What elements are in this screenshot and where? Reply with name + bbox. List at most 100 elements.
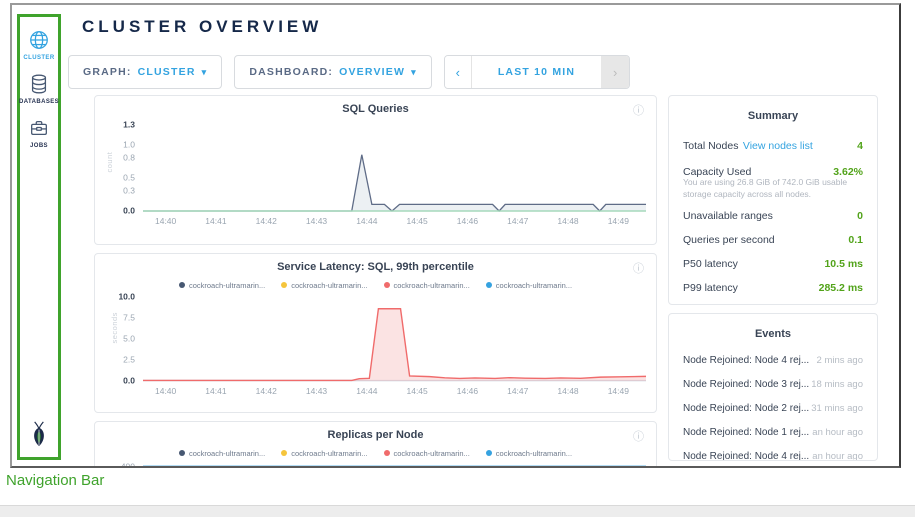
replicas-per-node-plot: 400 xyxy=(105,465,646,468)
charts-column: SQL Queries ⓘ count1.31.00.80.50.30.014:… xyxy=(94,95,657,468)
event-time: 2 mins ago xyxy=(817,355,863,366)
cockroachdb-logo[interactable] xyxy=(28,421,50,452)
summary-label: Unavailable ranges xyxy=(683,210,773,222)
y-axis: seconds10.07.55.02.50.0 xyxy=(105,297,143,381)
event-row[interactable]: Node Rejoined: Node 3 rej... 18 mins ago xyxy=(683,372,863,396)
right-column: Summary Total Nodes View nodes list 4 Ca… xyxy=(668,95,878,461)
y-tick-label: 0.8 xyxy=(123,153,135,163)
legend-item[interactable]: cockroach-ultramarin... xyxy=(486,449,572,458)
dashboard-dropdown[interactable]: DASHBOARD: OVERVIEW ▾ xyxy=(234,55,431,89)
chevron-down-icon: ▾ xyxy=(202,67,208,78)
page-title: CLUSTER OVERVIEW xyxy=(82,17,322,37)
chevron-down-icon: ▾ xyxy=(411,67,417,78)
x-tick-label: 14:45 xyxy=(406,386,427,396)
legend-item[interactable]: cockroach-ultramarin... xyxy=(281,281,367,290)
x-tick-label: 14:44 xyxy=(356,386,377,396)
y-tick-label: 5.0 xyxy=(123,334,135,344)
summary-label: P50 latency xyxy=(683,258,738,270)
summary-value: 0 xyxy=(857,210,863,222)
sidebar-item-jobs[interactable]: JOBS xyxy=(28,117,50,149)
info-icon[interactable]: ⓘ xyxy=(633,428,644,444)
x-tick-label: 14:43 xyxy=(306,386,327,396)
y-tick-label: 0.3 xyxy=(123,186,135,196)
summary-value: 0.1 xyxy=(848,234,863,246)
capacity-description: You are using 26.8 GiB of 742.0 GiB usab… xyxy=(683,177,863,201)
legend-item[interactable]: cockroach-ultramarin... xyxy=(384,449,470,458)
summary-title: Summary xyxy=(683,106,863,130)
graph-dropdown[interactable]: GRAPH: CLUSTER ▾ xyxy=(68,55,222,89)
legend-series-name: cockroach-ultramarin... xyxy=(394,449,470,458)
event-row[interactable]: Node Rejoined: Node 4 rej... an hour ago xyxy=(683,444,863,461)
chart-title: Replicas per Node xyxy=(105,429,646,441)
x-tick-label: 14:42 xyxy=(256,386,277,396)
bottom-strip xyxy=(0,505,915,517)
service-latency-chart-card: Service Latency: SQL, 99th percentile ⓘ … xyxy=(94,253,657,413)
event-text: Node Rejoined: Node 1 rej... xyxy=(683,427,809,438)
events-panel: Events Node Rejoined: Node 4 rej... 2 mi… xyxy=(668,313,878,461)
summary-row-p50: P50 latency 10.5 ms xyxy=(683,252,863,276)
event-text: Node Rejoined: Node 4 rej... xyxy=(683,355,809,366)
legend-dot-icon xyxy=(486,282,492,288)
chart-svg xyxy=(143,125,646,211)
x-tick-label: 14:45 xyxy=(406,216,427,226)
summary-value: 285.2 ms xyxy=(819,282,863,294)
legend-item[interactable]: cockroach-ultramarin... xyxy=(281,449,367,458)
y-tick-label: 0.5 xyxy=(123,172,135,182)
x-tick-label: 14:49 xyxy=(608,386,629,396)
y-tick-label: 1.0 xyxy=(123,139,135,149)
legend-item[interactable]: cockroach-ultramarin... xyxy=(179,449,265,458)
events-title: Events xyxy=(683,324,863,348)
y-tick-label: 0.0 xyxy=(123,206,135,216)
legend-series-name: cockroach-ultramarin... xyxy=(189,449,265,458)
dashboard-dropdown-value: OVERVIEW xyxy=(339,66,405,78)
x-tick-label: 14:40 xyxy=(155,216,176,226)
event-time: 31 mins ago xyxy=(811,403,863,414)
summary-panel: Summary Total Nodes View nodes list 4 Ca… xyxy=(668,95,878,305)
time-prev-button[interactable]: ‹ xyxy=(445,56,472,88)
sidebar-item-databases[interactable]: DATABASES xyxy=(19,73,59,105)
y-tick-label: 7.5 xyxy=(123,313,135,323)
x-tick-label: 14:49 xyxy=(608,216,629,226)
dashboard-dropdown-label: DASHBOARD: xyxy=(249,66,333,78)
legend-dot-icon xyxy=(486,450,492,456)
summary-row-p99: P99 latency 285.2 ms xyxy=(683,276,863,300)
sidebar-item-cluster[interactable]: CLUSTER xyxy=(23,29,54,61)
sql-queries-plot: count1.31.00.80.50.30.014:4014:4114:4214… xyxy=(105,125,646,227)
x-tick-label: 14:48 xyxy=(557,386,578,396)
sidebar-item-label: CLUSTER xyxy=(23,55,54,61)
graph-dropdown-value: CLUSTER xyxy=(138,66,196,78)
legend-item[interactable]: cockroach-ultramarin... xyxy=(384,281,470,290)
legend-series-name: cockroach-ultramarin... xyxy=(291,449,367,458)
event-row[interactable]: Node Rejoined: Node 4 rej... 2 mins ago xyxy=(683,348,863,372)
y-tick-label: 0.0 xyxy=(123,376,135,386)
replicas-per-node-chart-card: Replicas per Node ⓘ cockroach-ultramarin… xyxy=(94,421,657,468)
service-latency-plot: seconds10.07.55.02.50.014:4014:4114:4214… xyxy=(105,297,646,397)
time-range-value[interactable]: LAST 10 MIN xyxy=(472,56,601,88)
x-tick-label: 14:41 xyxy=(205,216,226,226)
info-icon[interactable]: ⓘ xyxy=(633,102,644,118)
graph-dropdown-label: GRAPH: xyxy=(83,66,132,78)
x-axis: 14:4014:4114:4214:4314:4414:4514:4614:47… xyxy=(143,211,646,227)
event-row[interactable]: Node Rejoined: Node 1 rej... an hour ago xyxy=(683,420,863,444)
legend-dot-icon xyxy=(384,282,390,288)
info-icon[interactable]: ⓘ xyxy=(633,260,644,276)
y-axis-label: seconds xyxy=(110,312,119,343)
event-text: Node Rejoined: Node 2 rej... xyxy=(683,403,809,414)
event-row[interactable]: Node Rejoined: Node 2 rej... 31 mins ago xyxy=(683,396,863,420)
summary-label: P99 latency xyxy=(683,282,738,294)
summary-row-total-nodes: Total Nodes View nodes list 4 xyxy=(683,130,863,160)
plot-area xyxy=(143,297,646,381)
database-icon xyxy=(28,73,50,95)
chart-svg xyxy=(143,297,646,381)
legend-item[interactable]: cockroach-ultramarin... xyxy=(486,281,572,290)
legend-series-name: cockroach-ultramarin... xyxy=(291,281,367,290)
event-time: 18 mins ago xyxy=(811,379,863,390)
summary-value: 10.5 ms xyxy=(824,258,863,270)
x-tick-label: 14:47 xyxy=(507,216,528,226)
event-text: Node Rejoined: Node 3 rej... xyxy=(683,379,809,390)
legend-item[interactable]: cockroach-ultramarin... xyxy=(179,281,265,290)
view-nodes-list-link[interactable]: View nodes list xyxy=(743,140,813,152)
globe-icon xyxy=(28,29,50,51)
sidebar-item-label: DATABASES xyxy=(19,99,59,105)
legend-series-name: cockroach-ultramarin... xyxy=(496,449,572,458)
